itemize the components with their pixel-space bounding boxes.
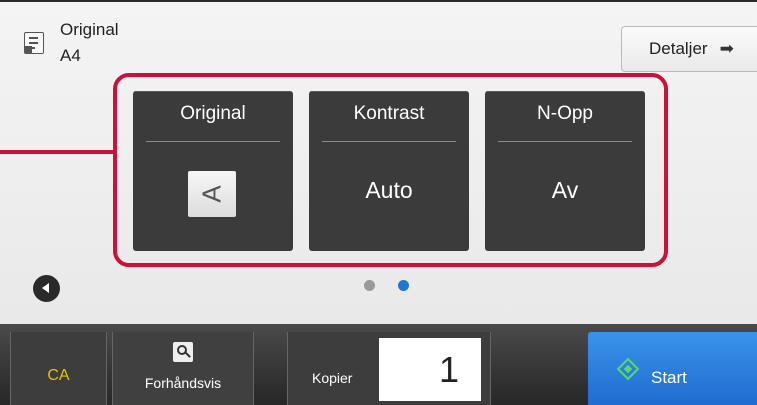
contrast-tile-label: Kontrast <box>353 103 425 124</box>
clear-all-label: CA <box>47 366 70 384</box>
n-up-value: Av <box>551 177 579 203</box>
preview-button[interactable]: Forhåndsvis <box>112 332 254 405</box>
copies-control: Kopier <box>287 332 491 405</box>
magnifier-icon <box>173 342 193 362</box>
page-dot-1[interactable] <box>364 280 375 291</box>
start-button-label: Start <box>651 368 687 387</box>
preview-label: Forhåndsvis <box>144 375 222 391</box>
details-button-label: Detaljer <box>649 39 708 58</box>
n-up-tile-label: N-Opp <box>537 103 593 124</box>
tile-divider <box>498 141 632 142</box>
document-icon <box>24 32 44 54</box>
tile-divider <box>146 141 280 142</box>
copy-screen: Original A4 Detaljer ➡ Original A Kontra… <box>0 0 757 405</box>
n-up-tile[interactable]: N-Opp Av <box>485 91 645 251</box>
copies-input[interactable] <box>379 338 481 401</box>
arrow-right-icon: ➡ <box>719 39 734 58</box>
original-tile[interactable]: Original A <box>133 91 293 251</box>
clear-all-button[interactable]: CA <box>10 332 107 405</box>
orientation-icon: A <box>188 171 236 217</box>
details-button[interactable]: Detaljer ➡ <box>621 26 757 72</box>
page-dot-2-active[interactable] <box>398 280 409 291</box>
original-tile-label: Original <box>180 103 246 124</box>
diamond-start-icon <box>616 357 640 381</box>
copies-label: Kopier <box>312 370 353 386</box>
contrast-value: Auto <box>365 177 413 203</box>
bottom-bar: CA Forhåndsvis Kopier Start <box>0 324 757 405</box>
chevron-left-icon[interactable] <box>33 275 60 302</box>
paper-size-text: A4 <box>60 46 81 65</box>
original-heading: Original <box>60 20 119 39</box>
tile-divider <box>322 141 456 142</box>
callout-line <box>0 150 115 154</box>
contrast-tile[interactable]: Kontrast Auto <box>309 91 469 251</box>
start-button[interactable]: Start <box>588 332 757 405</box>
orientation-glyph: A <box>197 185 227 203</box>
